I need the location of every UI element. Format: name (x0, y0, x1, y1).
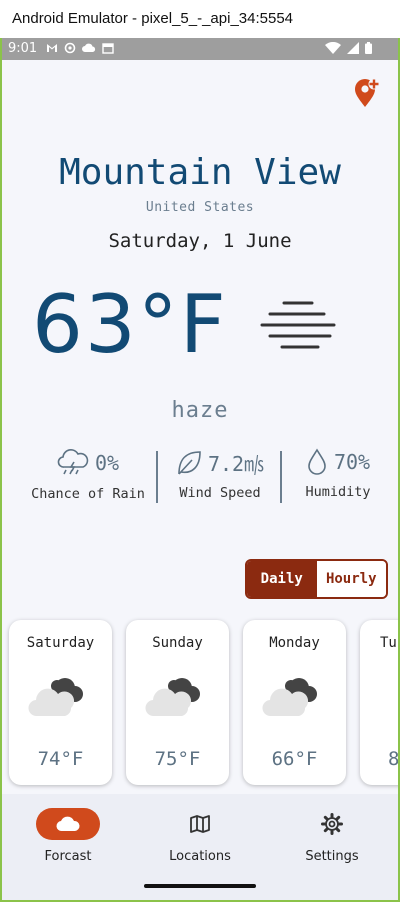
haze-icon (260, 301, 336, 349)
app-screen: 9:01 Mountain View United States Saturda… (2, 38, 398, 900)
map-icon (190, 815, 210, 833)
sync-icon (64, 42, 76, 54)
stat-label: Chance of Rain (31, 486, 145, 502)
leaf-icon (178, 450, 201, 475)
forecast-temp: 75°F (154, 748, 201, 770)
gmail-icon (47, 44, 57, 52)
gesture-home-bar[interactable] (144, 884, 256, 888)
stat-value: 0% (94, 451, 120, 475)
nav-label: Settings (305, 849, 359, 864)
stat-value: 70% (333, 450, 371, 474)
emulator-frame: 9:01 Mountain View United States Saturda… (0, 38, 400, 902)
hourly-toggle-button[interactable]: Hourly (316, 561, 386, 597)
stat-chance-of-rain: 0% Chance of Rain (26, 448, 150, 502)
forecast-temp: 66°F (271, 748, 318, 770)
nav-label: Forcast (44, 849, 92, 864)
calendar-icon (102, 43, 114, 54)
signal-icon (347, 42, 359, 54)
daily-toggle-button[interactable]: Daily (247, 561, 317, 597)
nav-item-forcast[interactable]: Forcast (2, 794, 134, 874)
current-temperature: 63°F (32, 278, 228, 371)
daily-hourly-toggle: Daily Hourly (245, 559, 388, 599)
droplet-icon (308, 448, 326, 475)
cloudy-icon (262, 678, 317, 717)
nav-icon-container (300, 808, 364, 840)
status-bar: 9:01 (2, 38, 398, 60)
stat-value: 7.2㎧ (207, 452, 265, 476)
status-icons (46, 42, 114, 54)
forecast-day: Tu (380, 635, 397, 651)
status-right-icons (325, 42, 372, 54)
stat-divider (156, 451, 158, 503)
add-location-icon[interactable] (354, 78, 380, 108)
stat-label: Humidity (305, 484, 371, 500)
nav-item-settings[interactable]: Settings (266, 794, 398, 874)
nav-item-locations[interactable]: Locations (134, 794, 266, 874)
weather-condition: haze (171, 398, 229, 423)
gear-icon (321, 813, 343, 835)
country-name: United States (145, 200, 255, 215)
nav-icon-container (36, 808, 100, 840)
rain-cloud-icon (57, 449, 89, 475)
stat-divider (280, 451, 282, 503)
wifi-icon (325, 42, 341, 54)
cloudy-icon (145, 678, 200, 717)
stat-label: Wind Speed (179, 485, 261, 501)
forecast-day: Sunday (152, 635, 203, 651)
stat-humidity: 70% Humidity (286, 448, 390, 500)
current-date: Saturday, 1 June (108, 230, 292, 252)
city-name: Mountain View (59, 152, 341, 193)
status-time: 9:01 (8, 41, 38, 56)
forecast-card[interactable]: Sunday 75°F (126, 620, 229, 785)
window-title: Android Emulator - pixel_5_-_api_34:5554 (0, 0, 400, 38)
cloud-icon (82, 43, 96, 52)
nav-icon-container (168, 808, 232, 840)
stat-wind-speed: 7.2㎧ Wind Speed (162, 448, 278, 501)
battery-icon (365, 42, 372, 54)
cloud-icon (56, 816, 80, 832)
forecast-temp: 8 (388, 748, 398, 770)
nav-label: Locations (169, 849, 231, 864)
forecast-temp: 74°F (37, 748, 84, 770)
forecast-card[interactable]: Tu 8 (360, 620, 398, 785)
forecast-day: Saturday (26, 635, 95, 651)
forecast-card[interactable]: Monday 66°F (243, 620, 346, 785)
forecast-card[interactable]: Saturday 74°F (9, 620, 112, 785)
cloudy-icon (28, 678, 83, 717)
forecast-day: Monday (269, 635, 320, 651)
